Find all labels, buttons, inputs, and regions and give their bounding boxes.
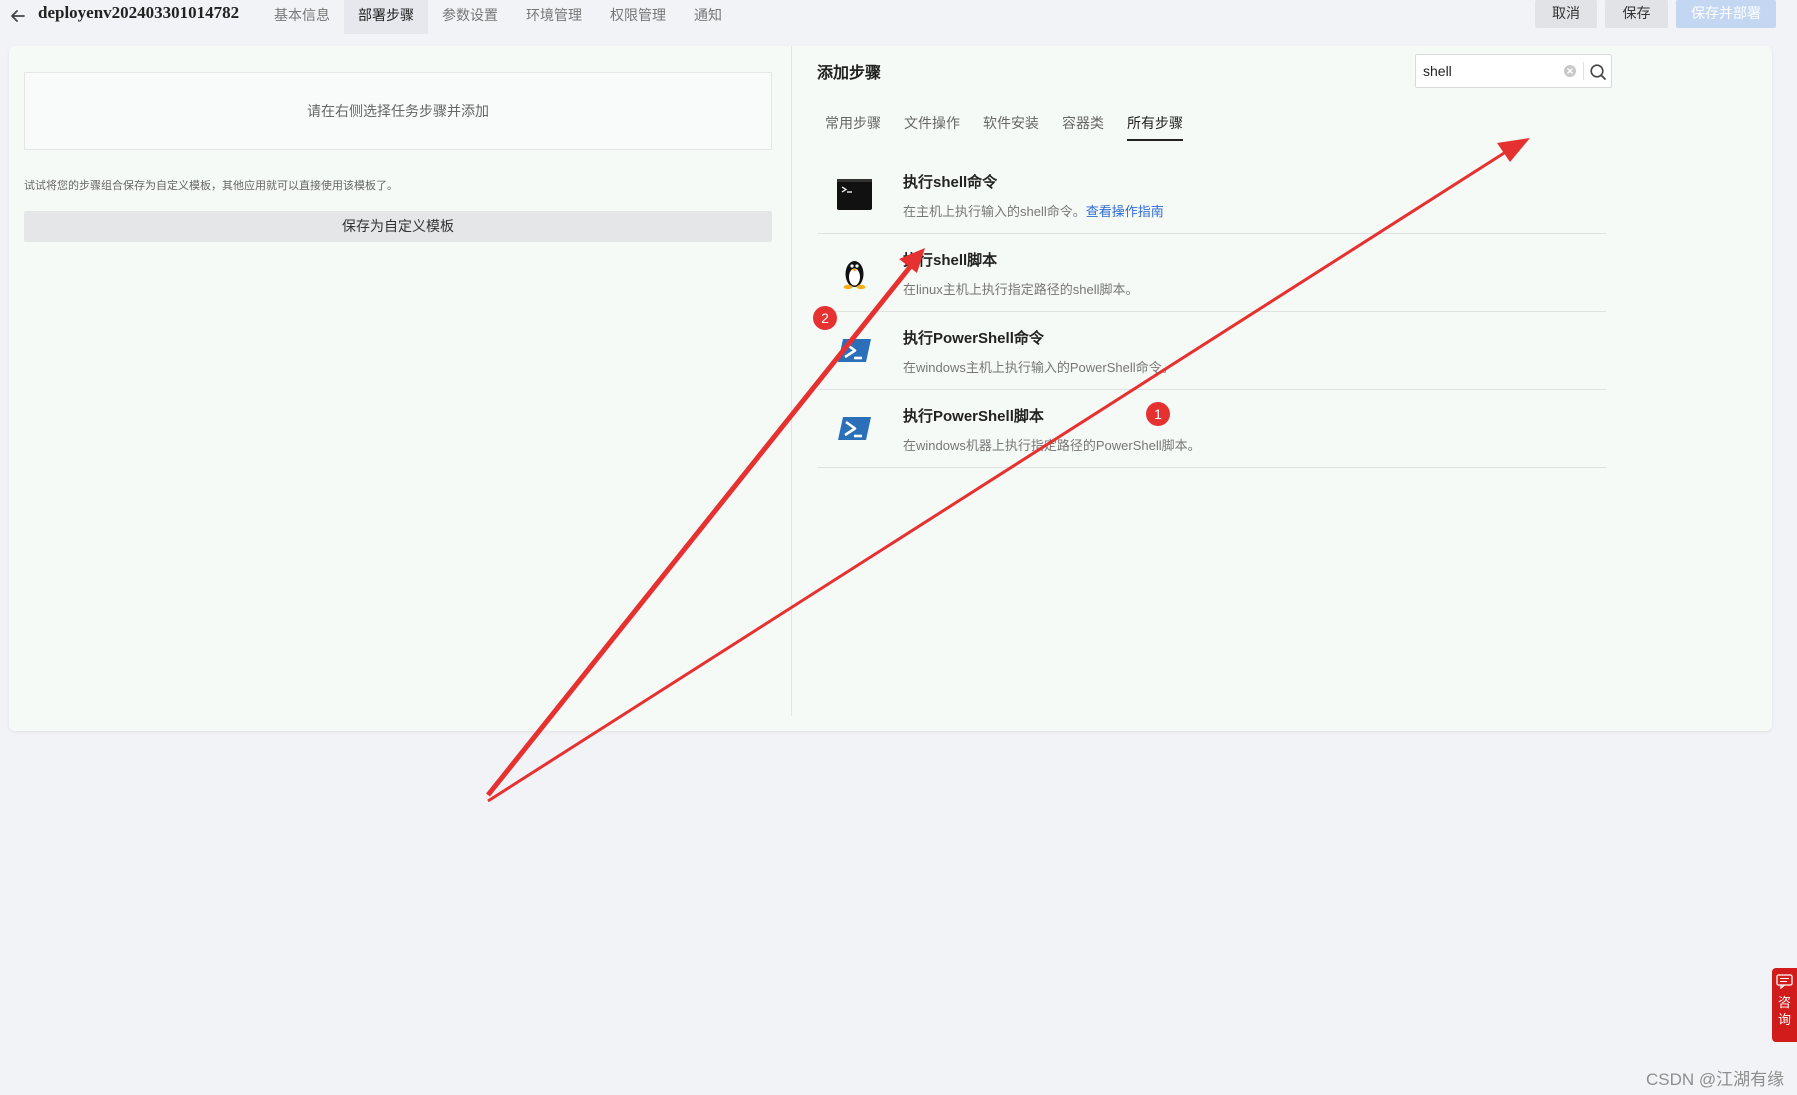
- step-description: 在linux主机上执行指定路径的shell脚本。: [903, 282, 1139, 297]
- category-tab-all-steps[interactable]: 所有步骤: [1127, 113, 1183, 141]
- category-tab-software-install[interactable]: 软件安装: [983, 113, 1039, 139]
- step-description: 在windows机器上执行指定路径的PowerShell脚本。: [903, 438, 1201, 453]
- step-search-input[interactable]: [1423, 61, 1553, 81]
- add-step-title: 添加步骤: [817, 65, 882, 82]
- annotation-badge-1: 1: [1146, 402, 1170, 426]
- tab-parameters[interactable]: 参数设置: [428, 0, 512, 34]
- chat-icon: [1776, 974, 1793, 989]
- save-as-template-button[interactable]: 保存为自定义模板: [24, 211, 772, 242]
- save-and-deploy-button[interactable]: 保存并部署: [1676, 0, 1776, 28]
- search-separator: [1583, 62, 1584, 80]
- page-title: deployenv202403301014782: [38, 3, 240, 22]
- operation-guide-link[interactable]: 查看操作指南: [1086, 204, 1164, 219]
- linux-penguin-icon: [843, 261, 866, 290]
- tab-deploy-steps[interactable]: 部署步骤: [344, 0, 428, 34]
- consult-widget[interactable]: 咨询: [1772, 968, 1797, 1042]
- tab-permissions[interactable]: 权限管理: [596, 0, 680, 34]
- step-name: 执行shell命令: [903, 174, 998, 191]
- tab-basic-info[interactable]: 基本信息: [260, 0, 344, 34]
- watermark: CSDN @江湖有缘: [1646, 1070, 1785, 1089]
- main-tabs: 基本信息 部署步骤 参数设置 环境管理 权限管理 通知: [260, 0, 736, 34]
- step-item-shell-command[interactable]: 执行shell命令 在主机上执行输入的shell命令。查看操作指南: [818, 156, 1606, 234]
- clear-icon[interactable]: [1563, 64, 1577, 78]
- step-name: 执行shell脚本: [903, 252, 998, 269]
- selected-steps-placeholder: 请在右侧选择任务步骤并添加: [24, 72, 772, 150]
- powershell-icon: [838, 339, 871, 362]
- template-hint: 试试将您的步骤组合保存为自定义模板，其他应用就可以直接使用该模板了。: [24, 180, 398, 192]
- step-description: 在windows主机上执行输入的PowerShell命令。: [903, 360, 1175, 375]
- consult-label: 咨询: [1777, 995, 1791, 1027]
- step-item-powershell-command[interactable]: 执行PowerShell命令 在windows主机上执行输入的PowerShel…: [818, 312, 1606, 390]
- step-name: 执行PowerShell脚本: [903, 408, 1044, 425]
- step-name: 执行PowerShell命令: [903, 330, 1044, 347]
- annotation-badge-2: 2: [813, 306, 837, 330]
- step-item-powershell-script[interactable]: 执行PowerShell脚本 在windows机器上执行指定路径的PowerSh…: [818, 390, 1606, 468]
- panel-divider: [791, 46, 792, 716]
- top-bar: deployenv202403301014782 基本信息 部署步骤 参数设置 …: [0, 0, 1797, 36]
- category-tab-common[interactable]: 常用步骤: [825, 113, 881, 139]
- tab-environments[interactable]: 环境管理: [512, 0, 596, 34]
- step-search-box: [1415, 54, 1612, 88]
- step-description: 在主机上执行输入的shell命令。查看操作指南: [903, 204, 1164, 219]
- terminal-icon: [837, 179, 872, 210]
- powershell-icon: [838, 417, 871, 440]
- cancel-button[interactable]: 取消: [1535, 0, 1597, 28]
- search-icon[interactable]: [1588, 62, 1608, 82]
- step-list: 执行shell命令 在主机上执行输入的shell命令。查看操作指南 执行shel…: [818, 156, 1606, 468]
- category-tab-file-ops[interactable]: 文件操作: [904, 113, 960, 139]
- save-button[interactable]: 保存: [1605, 0, 1668, 28]
- category-tab-containers[interactable]: 容器类: [1062, 113, 1104, 139]
- tab-notifications[interactable]: 通知: [680, 0, 736, 34]
- step-item-shell-script[interactable]: 执行shell脚本 在linux主机上执行指定路径的shell脚本。: [818, 234, 1606, 312]
- arrow-left-icon[interactable]: [8, 6, 28, 26]
